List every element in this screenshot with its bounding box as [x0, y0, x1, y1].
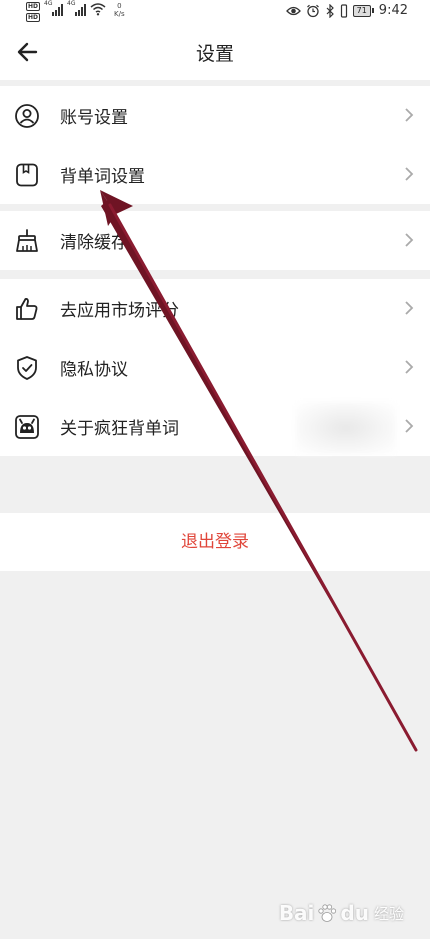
- page-title: 设置: [195, 43, 234, 65]
- chevron-right-icon: [405, 360, 414, 374]
- paw-icon: [318, 904, 337, 922]
- watermark: Bai du 经验: [279, 901, 404, 925]
- eye-icon: [285, 6, 301, 15]
- rate-app-row[interactable]: 去应用市场评分: [0, 279, 430, 338]
- user-icon: [15, 104, 39, 128]
- status-right: 71 9:42: [285, 3, 408, 18]
- settings-group-cache: 清除缓存: [0, 211, 430, 270]
- watermark-brand: Bai: [278, 901, 315, 925]
- hd-tags: HD HD: [26, 2, 41, 22]
- clear-cache-label: 清除缓存: [60, 233, 128, 253]
- clear-cache-row[interactable]: 清除缓存: [0, 211, 430, 270]
- battery-level: 71: [352, 4, 371, 17]
- shield-icon: [17, 356, 37, 380]
- hd-badge: HD: [26, 13, 41, 22]
- chevron-right-icon: [405, 108, 414, 122]
- hd-badge: HD: [26, 2, 41, 11]
- app-header: 设置: [0, 24, 430, 80]
- watermark-brand-suffix: du: [340, 901, 369, 925]
- logout-button[interactable]: 退出登录: [0, 513, 430, 571]
- status-bar: HD HD 4G 4G 0 K/s 71 9:42: [0, 0, 430, 24]
- speed-unit: K/s: [114, 10, 125, 18]
- blurred-region: [296, 402, 396, 454]
- chevron-right-icon: [405, 419, 414, 433]
- account-settings-row[interactable]: 账号设置: [0, 86, 430, 145]
- alarm-icon: [306, 4, 319, 17]
- app-logo-icon: [15, 415, 39, 439]
- about-app-label: 关于疯狂背单词: [60, 419, 179, 439]
- watermark-suffix: 经验: [373, 904, 404, 923]
- chevron-right-icon: [405, 167, 414, 181]
- network-generation: 4G: [67, 0, 76, 7]
- network-speed: 0 K/s: [114, 2, 125, 18]
- word-settings-label: 背单词设置: [60, 167, 145, 187]
- speed-value: 0: [117, 2, 122, 10]
- privacy-policy-row[interactable]: 隐私协议: [0, 338, 430, 397]
- account-settings-label: 账号设置: [60, 108, 128, 128]
- broom-icon: [16, 229, 38, 252]
- battery-icon: 71: [352, 4, 374, 17]
- word-settings-row[interactable]: 背单词设置: [0, 145, 430, 204]
- rate-app-label: 去应用市场评分: [60, 301, 179, 321]
- bluetooth-icon: [326, 3, 334, 18]
- settings-group-account: 账号设置 背单词设置: [0, 86, 430, 204]
- vibrate-icon: [340, 3, 347, 18]
- thumbs-up-icon: [16, 298, 38, 320]
- status-left: HD HD 4G 4G 0 K/s: [26, 0, 125, 22]
- wifi-icon: [90, 3, 106, 16]
- privacy-policy-label: 隐私协议: [60, 360, 128, 380]
- book-icon: [16, 163, 38, 187]
- chevron-right-icon: [405, 233, 414, 247]
- network-generation: 4G: [44, 0, 53, 7]
- signal-icon: 4G: [44, 0, 64, 16]
- clock: 9:42: [378, 3, 408, 18]
- chevron-right-icon: [405, 301, 414, 315]
- signal-icon: 4G: [67, 0, 87, 16]
